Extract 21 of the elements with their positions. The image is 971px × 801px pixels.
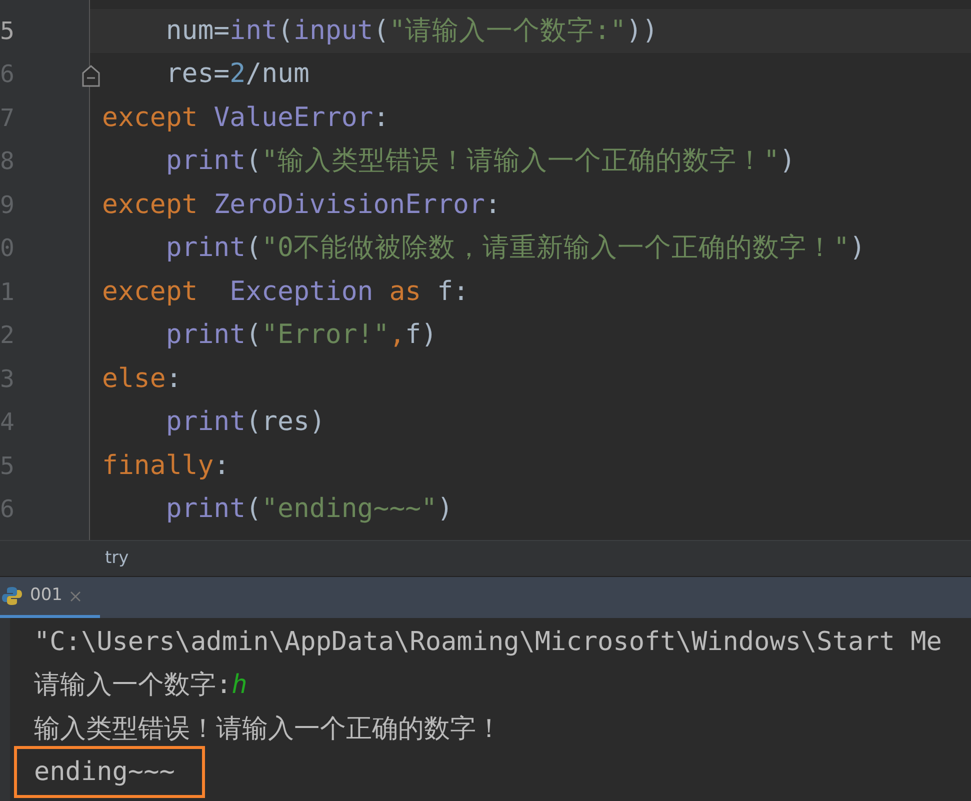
console-line: 输入类型错误！请输入一个正确的数字！ bbox=[33, 716, 502, 742]
close-icon[interactable] bbox=[70, 590, 82, 602]
python-icon bbox=[2, 586, 22, 606]
code-line: print("Error!",f) bbox=[164, 322, 438, 348]
code-line: except Exception as f: bbox=[102, 278, 469, 305]
fold-icon[interactable] bbox=[81, 64, 101, 88]
code-line: print("0不能做被除数，请重新输入一个正确的数字！") bbox=[164, 235, 866, 262]
code-line: else: bbox=[102, 366, 182, 392]
code-line: except ZeroDivisionError: bbox=[102, 192, 501, 218]
code-line: res=2/num bbox=[164, 61, 310, 88]
console-line: 请输入一个数字:h bbox=[33, 672, 248, 698]
run-tab[interactable]: 001 bbox=[0, 577, 100, 618]
code-line: print("输入类型错误！请输入一个正确的数字！") bbox=[164, 148, 796, 174]
code-line: print(res) bbox=[164, 409, 326, 436]
code-line: except ValueError: bbox=[102, 104, 390, 131]
line-number: 5 bbox=[0, 18, 14, 43]
breadcrumb-item[interactable]: try bbox=[105, 546, 129, 572]
code-line: num=int(input("请输入一个数字:")) bbox=[164, 18, 658, 44]
code-line: print("ending~~~") bbox=[164, 496, 454, 522]
code-line: finally: bbox=[102, 452, 230, 479]
console-line: "C:\Users\admin\AppData\Roaming\Microsoft\Windows\Start Me bbox=[33, 628, 942, 655]
